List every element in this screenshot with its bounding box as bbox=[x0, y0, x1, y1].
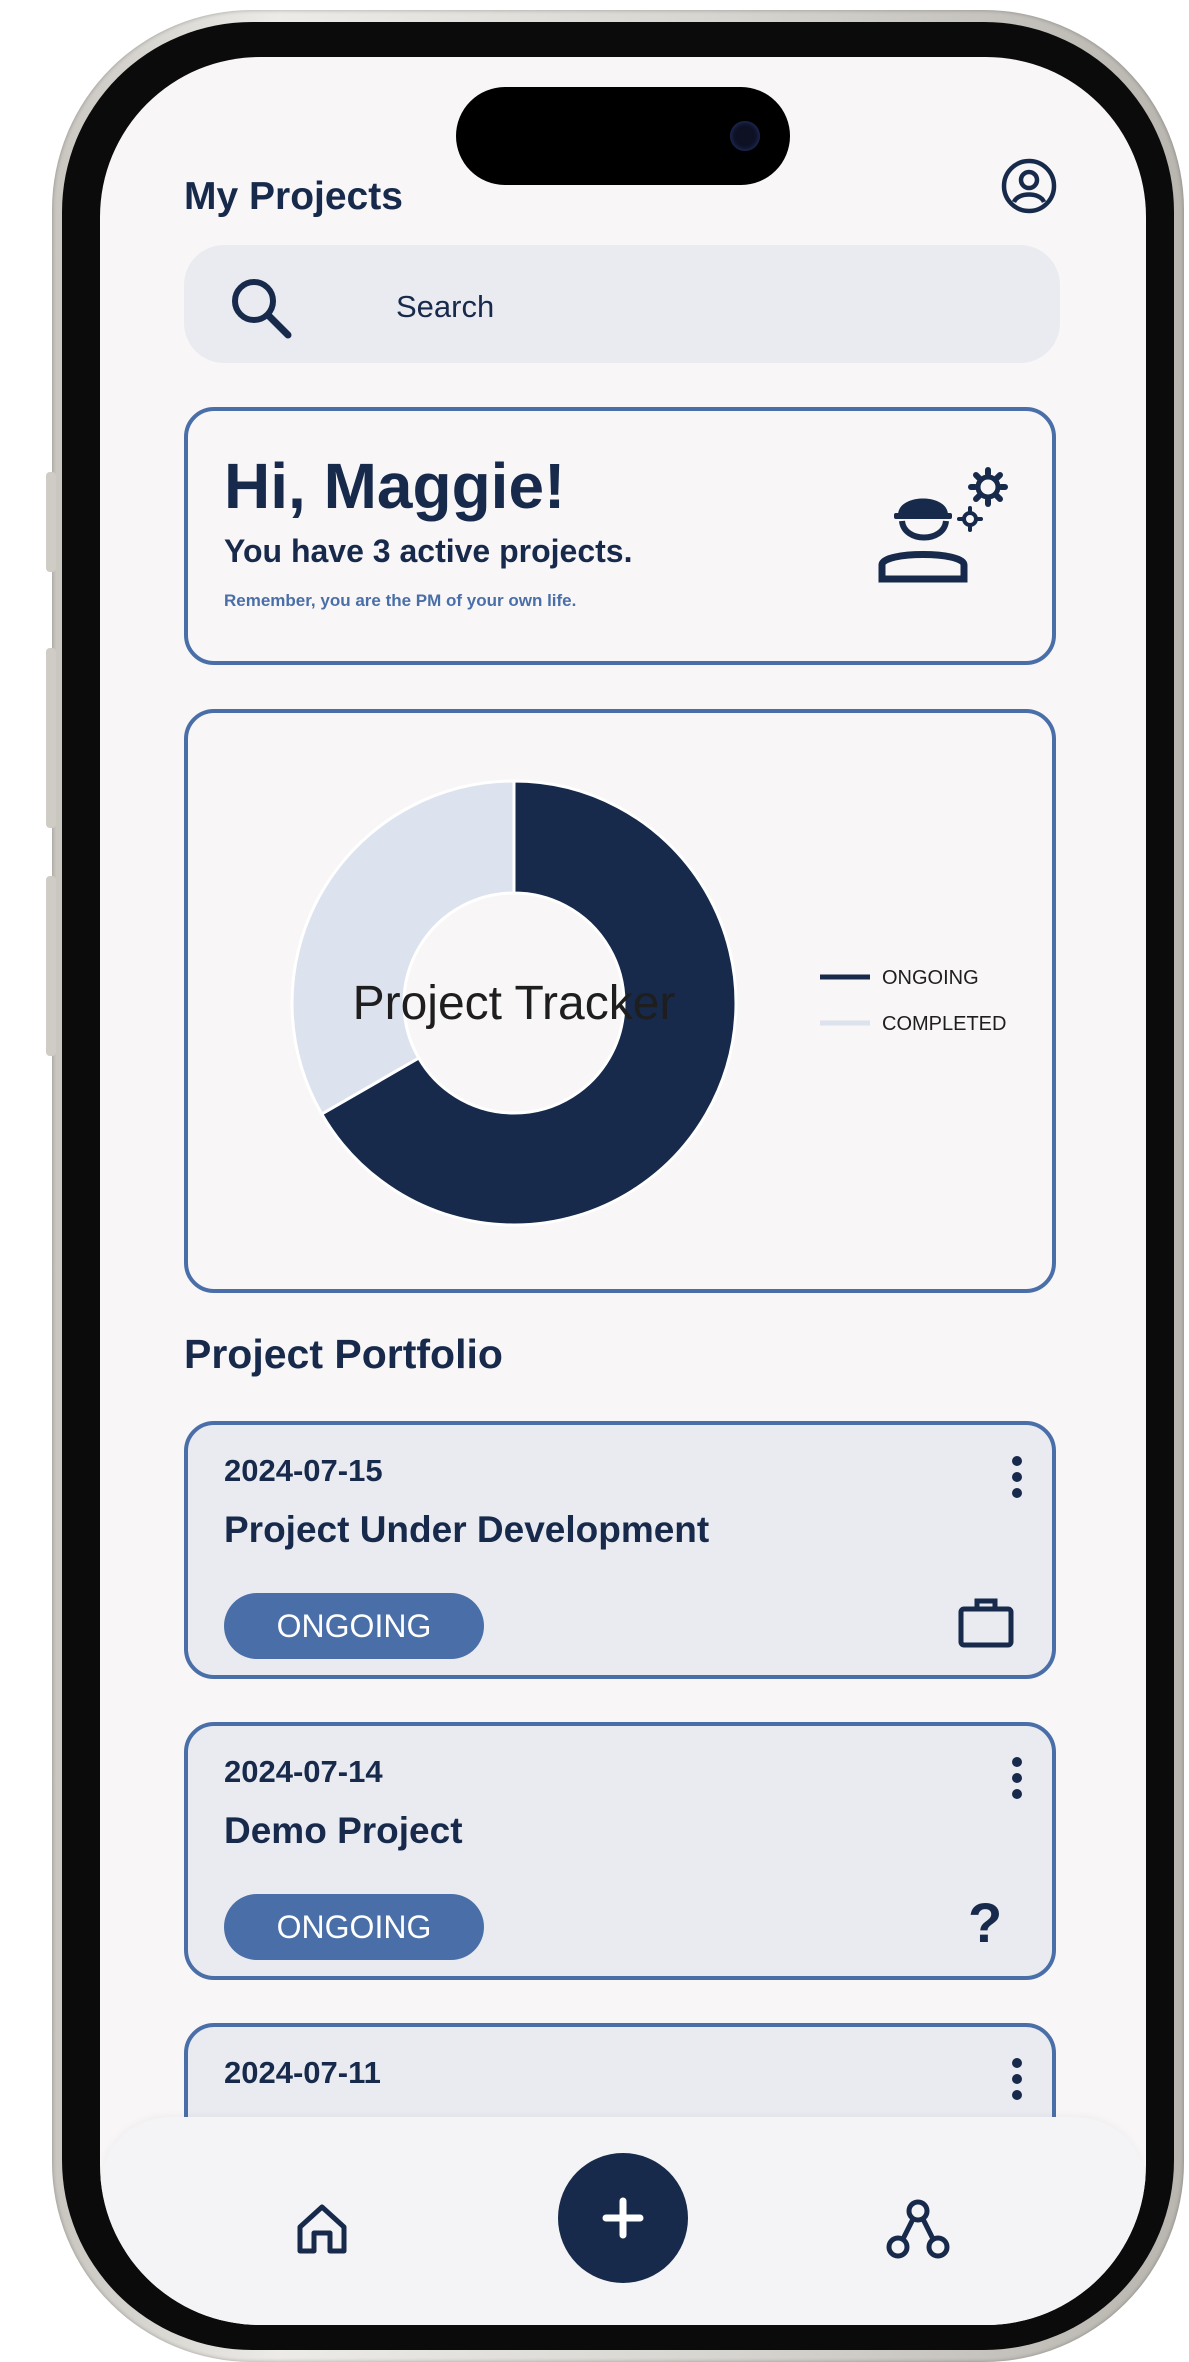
dynamic-island bbox=[456, 87, 790, 185]
plus-icon bbox=[602, 2197, 644, 2239]
workflow-icon[interactable] bbox=[886, 2199, 950, 2261]
question-mark-icon: ? bbox=[968, 1891, 1003, 1954]
more-options-icon[interactable] bbox=[1010, 1756, 1024, 1800]
project-tracker-chart: Project Tracker ONGOING COMPLETED bbox=[184, 709, 1056, 1293]
project-name: Demo Project bbox=[224, 1810, 463, 1851]
project-card[interactable]: 2024-07-15 Project Under Development ONG… bbox=[184, 1421, 1056, 1679]
status-badge: ONGOING bbox=[224, 1593, 484, 1659]
search-bar[interactable]: Search bbox=[184, 245, 1060, 363]
project-date: 2024-07-11 bbox=[224, 2055, 381, 2090]
donut-chart: Project Tracker ONGOING COMPLETED bbox=[290, 779, 1006, 1227]
search-icon bbox=[232, 279, 292, 339]
add-project-button[interactable] bbox=[558, 2153, 688, 2283]
side-button bbox=[46, 876, 56, 1056]
greeting-title: Hi, Maggie! bbox=[224, 450, 566, 522]
worker-settings-icon bbox=[878, 467, 1008, 583]
home-icon[interactable] bbox=[294, 2201, 350, 2257]
greeting-subtitle: You have 3 active projects. bbox=[224, 533, 633, 569]
more-options-icon[interactable] bbox=[1010, 1455, 1024, 1499]
side-button bbox=[46, 648, 56, 828]
screen: My Projects Search Hi, Maggie! You have … bbox=[100, 57, 1146, 2325]
greeting-card: Hi, Maggie! You have 3 active projects. … bbox=[184, 407, 1056, 665]
project-name: Project Under Development bbox=[224, 1509, 710, 1550]
project-card[interactable]: 2024-07-14 Demo Project ONGOING ? bbox=[184, 1722, 1056, 1980]
camera-icon bbox=[730, 121, 760, 151]
project-date: 2024-07-15 bbox=[224, 1453, 383, 1488]
side-button bbox=[46, 472, 56, 572]
page-title: My Projects bbox=[184, 175, 403, 218]
profile-icon[interactable] bbox=[1000, 157, 1058, 215]
more-options-icon[interactable] bbox=[1010, 2057, 1024, 2101]
briefcase-icon bbox=[958, 1598, 1014, 1648]
greeting-note: Remember, you are the PM of your own lif… bbox=[224, 591, 577, 610]
donut-slice-completed bbox=[290, 779, 516, 1117]
section-title: Project Portfolio bbox=[184, 1331, 503, 1377]
legend-label-ongoing: ONGOING bbox=[882, 967, 979, 989]
search-input[interactable]: Search bbox=[396, 289, 494, 325]
chart-title: Project Tracker bbox=[353, 977, 676, 1030]
status-badge: ONGOING bbox=[224, 1894, 484, 1960]
bottom-nav bbox=[100, 2117, 1146, 2325]
legend-label-completed: COMPLETED bbox=[882, 1013, 1006, 1035]
project-date: 2024-07-14 bbox=[224, 1754, 383, 1789]
